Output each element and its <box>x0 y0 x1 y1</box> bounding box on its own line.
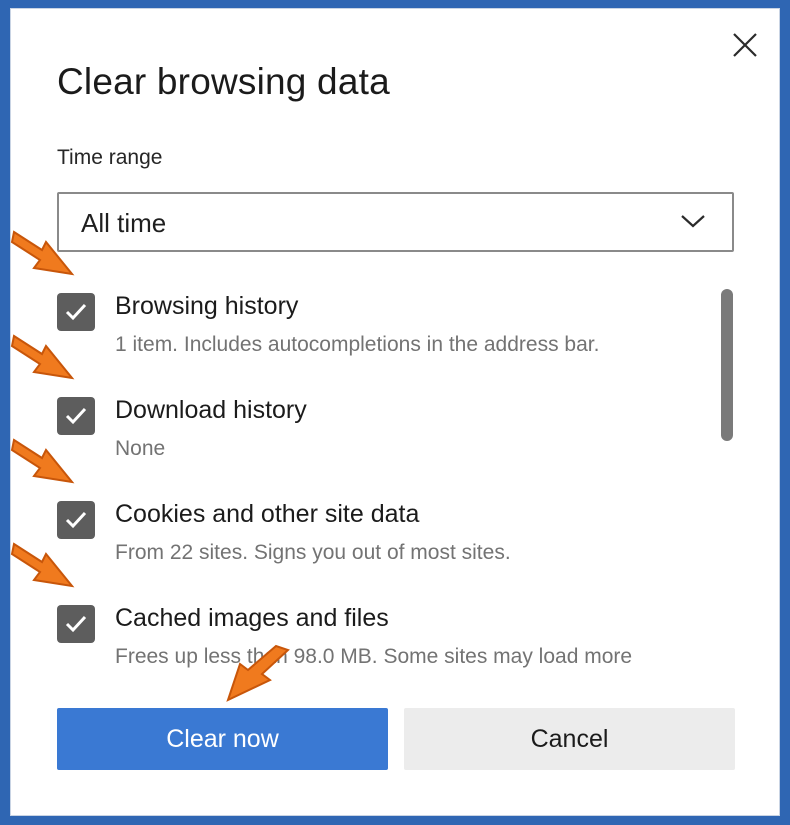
option-browsing-history[interactable]: Browsing history 1 item. Includes autoco… <box>57 287 697 377</box>
chevron-down-icon <box>681 215 705 228</box>
clear-now-button[interactable]: Clear now <box>57 708 388 770</box>
annotation-arrow-icon <box>10 230 75 276</box>
option-label: Download history <box>115 396 307 424</box>
checkmark-icon <box>65 511 87 529</box>
checkmark-icon <box>65 407 87 425</box>
option-description: 1 item. Includes autocompletions in the … <box>115 333 600 356</box>
option-download-history[interactable]: Download history None <box>57 391 697 481</box>
option-label: Browsing history <box>115 292 299 320</box>
option-cookies[interactable]: Cookies and other site data From 22 site… <box>57 495 697 585</box>
close-icon <box>733 33 757 57</box>
annotation-arrow-icon <box>10 334 75 380</box>
annotation-arrow-icon <box>226 644 290 702</box>
scrollbar-thumb[interactable] <box>721 289 733 441</box>
option-description: From 22 sites. Signs you out of most sit… <box>115 541 511 564</box>
cancel-button[interactable]: Cancel <box>404 708 735 770</box>
time-range-select[interactable]: All time <box>57 192 734 252</box>
close-button[interactable] <box>728 28 762 62</box>
time-range-value: All time <box>81 208 167 238</box>
option-description: Frees up less than 98.0 MB. Some sites m… <box>115 645 633 668</box>
clear-browsing-data-dialog: Clear browsing data Time range All time … <box>10 8 780 816</box>
option-label: Cached images and files <box>115 604 389 632</box>
option-cached-images[interactable]: Cached images and files Frees up less th… <box>57 599 697 689</box>
annotation-arrow-icon <box>10 438 75 484</box>
time-range-label: Time range <box>57 146 163 169</box>
option-label: Cookies and other site data <box>115 500 420 528</box>
cached-images-checkbox[interactable] <box>57 605 95 643</box>
checkmark-icon <box>65 615 87 633</box>
checkmark-icon <box>65 303 87 321</box>
annotation-arrow-icon <box>10 542 75 588</box>
dialog-title: Clear browsing data <box>57 61 390 102</box>
option-description: None <box>115 437 166 460</box>
